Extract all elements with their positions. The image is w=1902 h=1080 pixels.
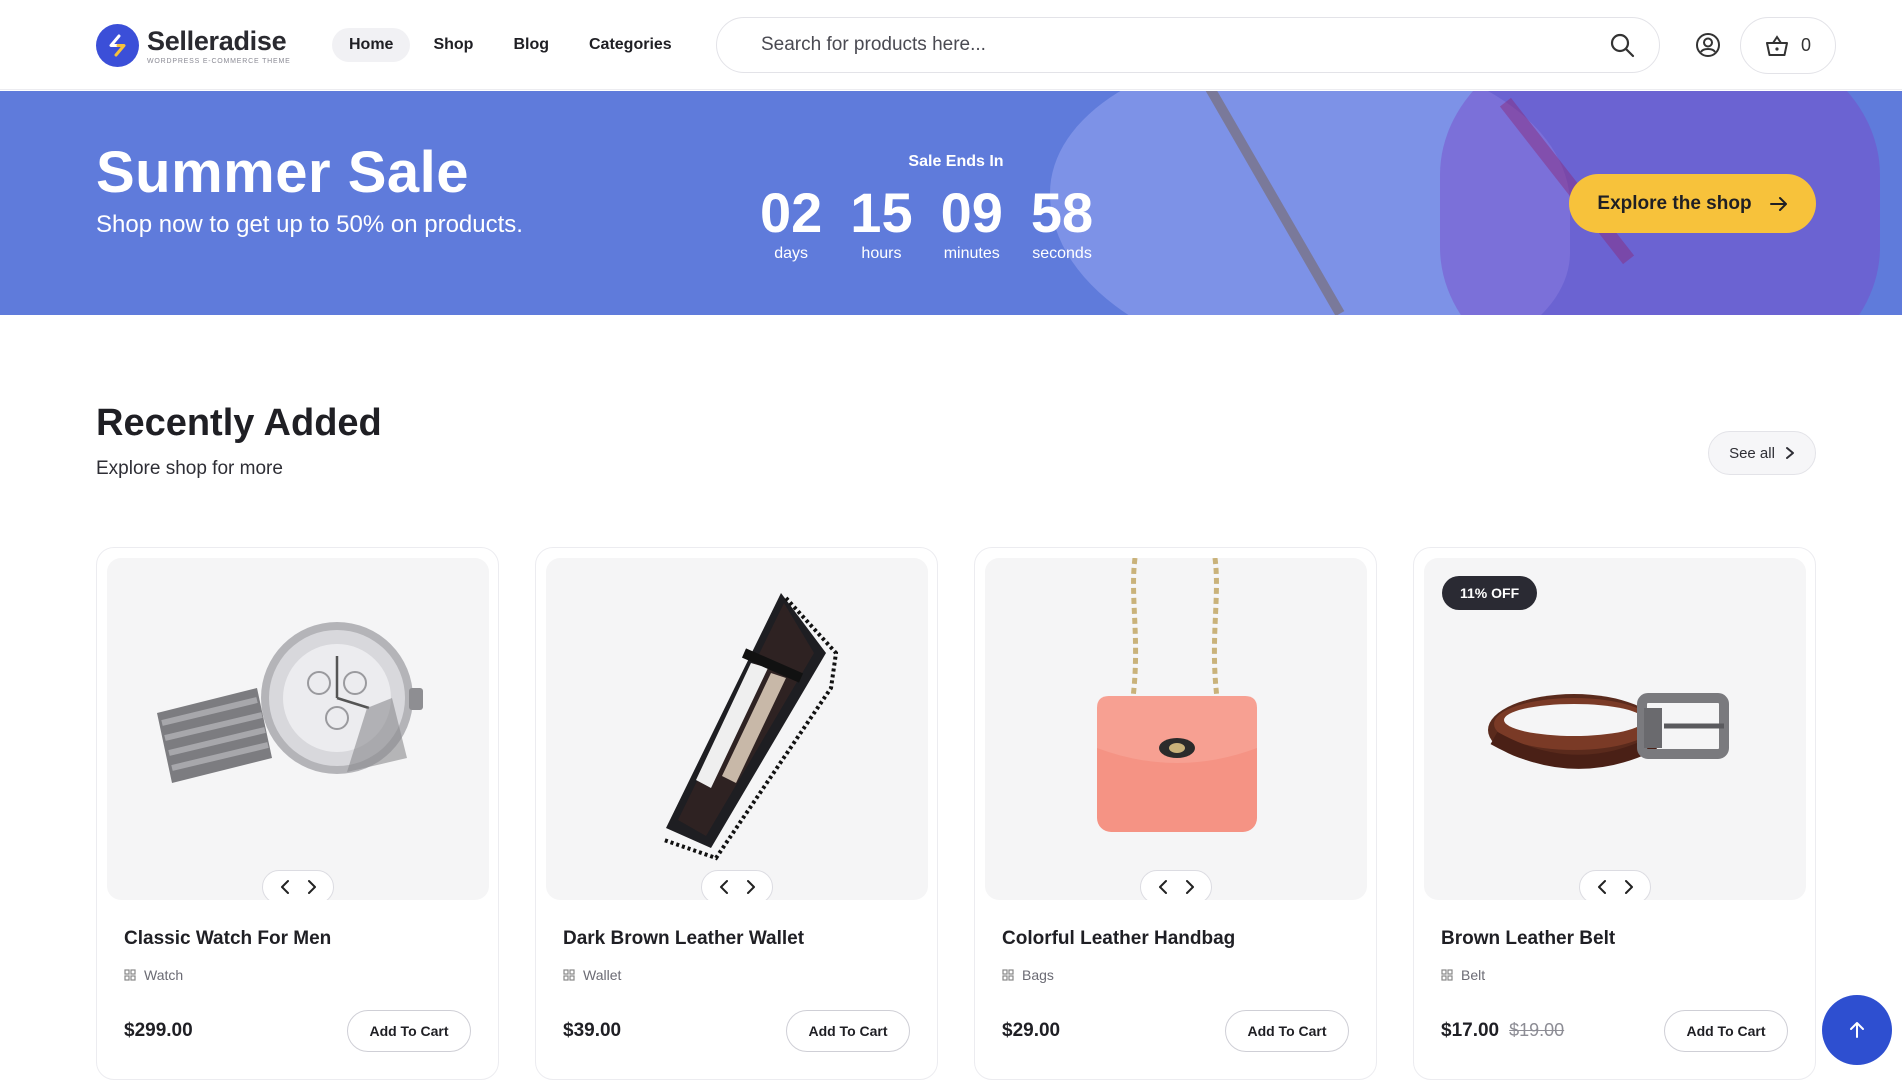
banner-subtitle: Shop now to get up to 50% on products. bbox=[96, 211, 523, 238]
category-grid-icon bbox=[124, 969, 136, 981]
add-to-cart-button[interactable]: Add To Cart bbox=[786, 1010, 910, 1052]
arrow-right-icon bbox=[1769, 196, 1788, 212]
basket-icon bbox=[1765, 34, 1789, 57]
chevron-left-icon[interactable] bbox=[1158, 879, 1168, 895]
brand-tagline: WordPress E-Commerce Theme bbox=[147, 57, 291, 65]
product-image[interactable] bbox=[107, 558, 489, 900]
product-name[interactable]: Brown Leather Belt bbox=[1441, 928, 1615, 950]
product-name[interactable]: Classic Watch For Men bbox=[124, 928, 331, 950]
add-to-cart-button[interactable]: Add To Cart bbox=[347, 1010, 471, 1052]
product-card[interactable]: Classic Watch For Men Watch $299.00 Add … bbox=[96, 547, 499, 1080]
brand-name: Selleradise bbox=[147, 25, 287, 56]
product-card[interactable]: Dark Brown Leather Wallet Wallet $39.00 … bbox=[535, 547, 938, 1080]
section-title: Recently Added bbox=[96, 402, 382, 444]
product-category-label: Belt bbox=[1461, 967, 1486, 983]
add-to-cart-button[interactable]: Add To Cart bbox=[1225, 1010, 1349, 1052]
chevron-right-icon[interactable] bbox=[1624, 879, 1634, 895]
product-category[interactable]: Watch bbox=[124, 967, 183, 983]
chevron-left-icon[interactable] bbox=[280, 879, 290, 895]
nav-home[interactable]: Home bbox=[332, 28, 411, 62]
user-icon[interactable] bbox=[1694, 31, 1722, 59]
nav-shop[interactable]: Shop bbox=[416, 28, 490, 62]
handbag-image bbox=[1097, 558, 1257, 832]
countdown-label: minutes bbox=[943, 245, 1000, 262]
price-original: $19.00 bbox=[1509, 1020, 1565, 1040]
product-category-label: Watch bbox=[144, 967, 184, 983]
explore-shop-button[interactable]: Explore the shop bbox=[1569, 174, 1816, 233]
watch-image bbox=[157, 622, 423, 783]
product-price: $17.00 $19.00 bbox=[1441, 1020, 1564, 1042]
countdown-value: 02 bbox=[760, 181, 823, 244]
site-header: Selleradise WordPress E-Commerce Theme H… bbox=[0, 0, 1902, 90]
product-price: $299.00 bbox=[124, 1020, 193, 1042]
search-icon[interactable] bbox=[1609, 32, 1635, 63]
chevron-right-icon[interactable] bbox=[746, 879, 756, 895]
image-slider-controls bbox=[1140, 870, 1212, 900]
category-grid-icon bbox=[1002, 969, 1014, 981]
countdown-label: hours bbox=[861, 245, 902, 262]
countdown-timer: 02 days 15 hours 09 minutes 58 seconds bbox=[760, 181, 1121, 263]
image-slider-controls bbox=[1579, 870, 1651, 900]
cart-button[interactable]: 0 bbox=[1740, 17, 1836, 74]
category-grid-icon bbox=[1441, 969, 1453, 981]
product-card[interactable]: 11% OFF Brown Leather Belt Belt $17.00 $… bbox=[1413, 547, 1816, 1080]
price-current: $29.00 bbox=[1002, 1020, 1061, 1041]
see-all-button[interactable]: See all bbox=[1708, 431, 1816, 475]
explore-shop-label: Explore the shop bbox=[1597, 192, 1752, 214]
chevron-left-icon[interactable] bbox=[719, 879, 729, 895]
discount-badge: 11% OFF bbox=[1442, 576, 1538, 610]
search-bar bbox=[716, 17, 1660, 73]
section-subtitle: Explore shop for more bbox=[96, 458, 283, 479]
price-current: $39.00 bbox=[563, 1020, 622, 1041]
chevron-right-icon[interactable] bbox=[307, 879, 317, 895]
main-nav: Home Shop Blog Categories bbox=[332, 28, 689, 62]
chevron-left-icon[interactable] bbox=[1597, 879, 1607, 895]
banner-title: Summer Sale bbox=[96, 140, 470, 205]
logo-icon bbox=[96, 24, 139, 67]
sale-banner: Summer Sale Shop now to get up to 50% on… bbox=[0, 91, 1902, 315]
sale-ends-label: Sale Ends In bbox=[908, 153, 1004, 170]
countdown-minutes: 09 minutes bbox=[940, 181, 1003, 263]
price-current: $299.00 bbox=[124, 1020, 193, 1041]
countdown-value: 15 bbox=[850, 181, 913, 244]
add-to-cart-button[interactable]: Add To Cart bbox=[1664, 1010, 1788, 1052]
category-grid-icon bbox=[563, 969, 575, 981]
product-price: $39.00 bbox=[563, 1020, 621, 1042]
product-category[interactable]: Wallet bbox=[563, 967, 621, 983]
price-current: $17.00 bbox=[1441, 1020, 1500, 1041]
countdown-days: 02 days bbox=[760, 181, 823, 263]
nav-blog[interactable]: Blog bbox=[496, 28, 566, 62]
product-image[interactable]: 11% OFF bbox=[1424, 558, 1806, 900]
product-name[interactable]: Dark Brown Leather Wallet bbox=[563, 928, 804, 950]
chevron-right-icon bbox=[1785, 446, 1795, 460]
search-input[interactable] bbox=[761, 18, 1581, 72]
arrow-up-icon bbox=[1849, 1021, 1865, 1039]
nav-categories[interactable]: Categories bbox=[572, 28, 689, 62]
product-category[interactable]: Bags bbox=[1002, 967, 1054, 983]
product-category[interactable]: Belt bbox=[1441, 967, 1485, 983]
countdown-label: days bbox=[774, 245, 809, 262]
chevron-right-icon[interactable] bbox=[1185, 879, 1195, 895]
countdown-label: seconds bbox=[1032, 245, 1092, 262]
countdown-value: 58 bbox=[1030, 181, 1094, 244]
countdown-value: 09 bbox=[940, 181, 1003, 244]
image-slider-controls bbox=[701, 870, 773, 900]
countdown-seconds: 58 seconds bbox=[1030, 181, 1094, 263]
product-category-label: Wallet bbox=[583, 967, 622, 983]
countdown-hours: 15 hours bbox=[850, 181, 913, 263]
cart-count: 0 bbox=[1800, 35, 1811, 55]
product-price: $29.00 bbox=[1002, 1020, 1060, 1042]
wallet-image bbox=[663, 593, 839, 861]
back-to-top-button[interactable] bbox=[1822, 995, 1892, 1065]
logo[interactable]: Selleradise WordPress E-Commerce Theme bbox=[96, 24, 291, 67]
product-name[interactable]: Colorful Leather Handbag bbox=[1002, 928, 1235, 950]
see-all-label: See all bbox=[1729, 444, 1775, 462]
image-slider-controls bbox=[262, 870, 334, 900]
product-card[interactable]: Colorful Leather Handbag Bags $29.00 Add… bbox=[974, 547, 1377, 1080]
product-image[interactable] bbox=[546, 558, 928, 900]
product-image[interactable] bbox=[985, 558, 1367, 900]
product-category-label: Bags bbox=[1022, 967, 1054, 983]
